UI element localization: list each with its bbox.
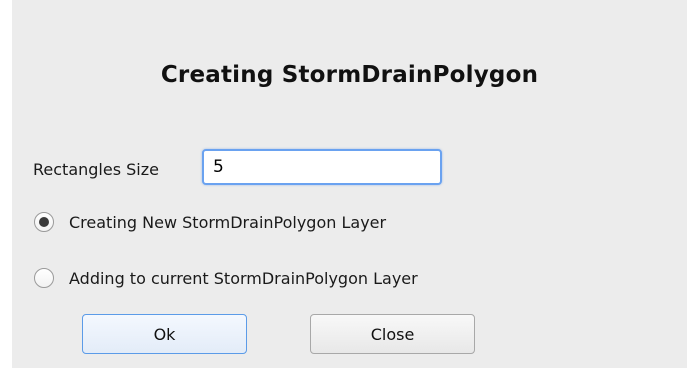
ok-button[interactable]: Ok — [82, 314, 247, 354]
rectangles-size-label: Rectangles Size — [33, 160, 159, 179]
radio-option-current-layer[interactable]: Adding to current StormDrainPolygon Laye… — [34, 268, 418, 288]
radio-button-new-layer[interactable] — [34, 212, 54, 232]
rectangles-size-input[interactable] — [202, 149, 442, 185]
radio-label-new-layer: Creating New StormDrainPolygon Layer — [69, 212, 387, 232]
radio-label-current-layer: Adding to current StormDrainPolygon Laye… — [69, 268, 418, 288]
radio-button-current-layer[interactable] — [34, 268, 54, 288]
creating-storm-drain-polygon-dialog: Creating StormDrainPolygon Rectangles Si… — [12, 0, 687, 368]
radio-selected-dot — [39, 217, 49, 227]
close-button[interactable]: Close — [310, 314, 475, 354]
radio-option-new-layer[interactable]: Creating New StormDrainPolygon Layer — [34, 212, 386, 232]
dialog-title: Creating StormDrainPolygon — [160, 62, 539, 88]
